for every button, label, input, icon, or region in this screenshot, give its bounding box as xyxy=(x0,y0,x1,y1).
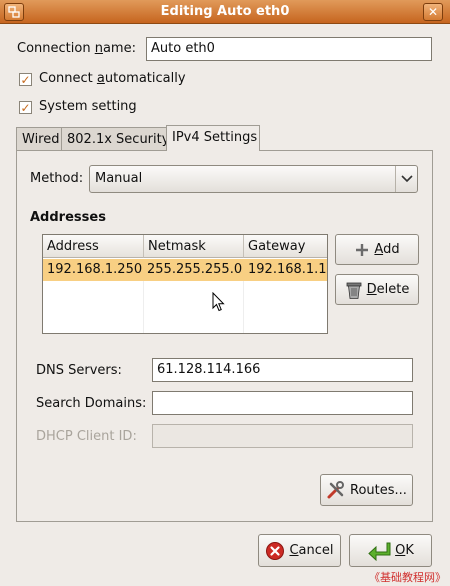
watermark-text: 《基础教程网》 xyxy=(369,571,446,584)
close-icon[interactable]: ✕ xyxy=(423,3,443,21)
dhcp-client-id-input xyxy=(152,424,413,448)
system-setting-label[interactable]: System setting xyxy=(39,99,137,114)
column-header-gateway[interactable]: Gateway xyxy=(244,235,327,258)
delete-address-button[interactable]: Delete xyxy=(335,274,419,305)
column-header-netmask[interactable]: Netmask xyxy=(144,235,244,258)
connection-name-input[interactable]: Auto eth0 xyxy=(146,37,432,61)
ipv4-settings-panel xyxy=(16,150,433,522)
routes-button-label: Routes... xyxy=(350,482,407,498)
column-header-address[interactable]: Address xyxy=(43,235,144,258)
method-select[interactable]: Manual xyxy=(89,165,418,193)
add-button-label: Add xyxy=(374,242,400,257)
cancel-icon xyxy=(266,541,285,560)
mouse-pointer-icon xyxy=(212,292,225,312)
cancel-button-label: Cancel xyxy=(289,543,334,558)
enter-arrow-icon xyxy=(368,542,391,561)
search-domains-input[interactable] xyxy=(152,391,413,415)
column-divider xyxy=(243,281,244,333)
chevron-down-icon xyxy=(395,166,417,192)
connect-automatically-label[interactable]: Connect automatically xyxy=(39,71,186,86)
row-gateway: 192.168.1.1 xyxy=(248,262,327,277)
window-title: Editing Auto eth0 xyxy=(160,4,290,19)
tab-ipv4-settings[interactable]: IPv4 Settings xyxy=(166,125,260,151)
method-select-value: Manual xyxy=(95,171,143,186)
tools-icon xyxy=(327,481,345,499)
row-netmask: 255.255.255.0 xyxy=(147,262,243,277)
tab-802-1x-security[interactable]: 802.1x Security xyxy=(61,127,169,151)
column-divider xyxy=(143,281,144,333)
add-address-button[interactable]: Add xyxy=(335,234,419,265)
ok-button[interactable]: OK xyxy=(349,534,432,567)
dhcp-client-id-label: DHCP Client ID: xyxy=(36,429,137,444)
ok-button-label: OK xyxy=(395,543,414,558)
routes-button[interactable]: Routes... xyxy=(320,474,413,506)
table-row[interactable]: 192.168.1.250 255.255.255.0 192.168.1.1 xyxy=(43,259,327,281)
row-address: 192.168.1.250 xyxy=(47,262,143,277)
cancel-button[interactable]: Cancel xyxy=(258,534,341,567)
search-domains-label: Search Domains: xyxy=(36,396,147,411)
addresses-table[interactable]: Address Netmask Gateway 192.168.1.250 25… xyxy=(42,234,328,334)
connect-automatically-checkbox[interactable]: ✓ xyxy=(19,73,32,86)
add-icon xyxy=(356,243,369,256)
delete-button-label: Delete xyxy=(366,282,410,297)
tab-wired[interactable]: Wired xyxy=(16,127,62,151)
system-setting-checkbox[interactable]: ✓ xyxy=(19,101,32,114)
addresses-heading: Addresses xyxy=(30,210,106,225)
method-label: Method: xyxy=(30,171,84,186)
trash-icon xyxy=(346,282,362,299)
dns-servers-label: DNS Servers: xyxy=(36,363,122,378)
dns-servers-input[interactable]: 61.128.114.166 xyxy=(152,358,413,382)
connection-name-label: Connection name: xyxy=(17,41,136,56)
title-bar: Editing Auto eth0 ✕ xyxy=(0,0,450,24)
